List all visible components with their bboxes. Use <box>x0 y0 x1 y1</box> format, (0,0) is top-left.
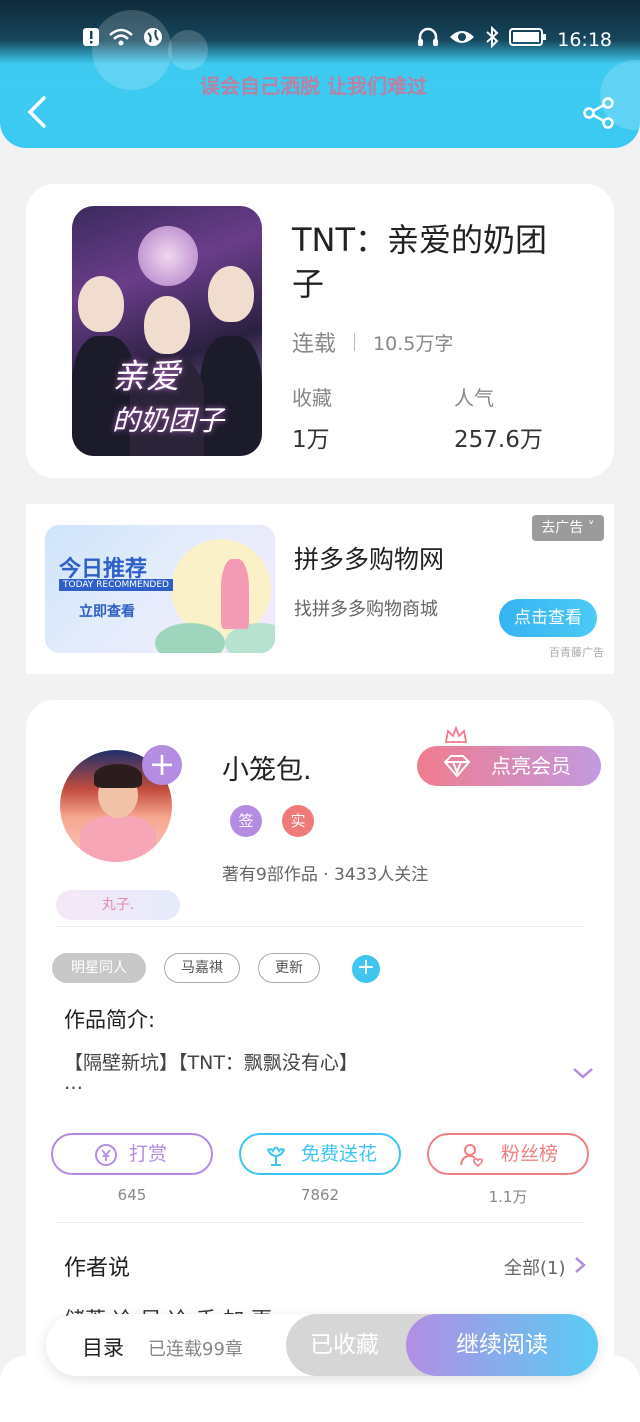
author-stats: 著有9部作品 · 3433人关注 <box>222 865 429 885</box>
header-bar: 16:18 误会自己洒脱 让我们难过 <box>0 0 640 148</box>
verified-badge: 实 <box>282 805 314 837</box>
chevron-right-icon[interactable] <box>574 1256 586 1274</box>
ad-image[interactable]: 今日推荐 TODAY RECOMMENDED 立即查看 <box>45 525 275 653</box>
toc-button[interactable]: 目录 <box>82 1332 124 1362</box>
book-cover[interactable]: 亲爱 的奶团子 <box>72 206 262 456</box>
ad-view-button[interactable]: 点击查看 <box>499 599 597 637</box>
follow-button[interactable]: + <box>142 745 182 785</box>
tag-category[interactable]: 明星同人 <box>52 953 146 983</box>
author-say-title: 作者说 <box>64 1256 131 1281</box>
diamond-icon <box>443 755 471 778</box>
wifi-icon <box>108 27 134 51</box>
book-meta: 连载 10.5万字 <box>292 326 453 358</box>
tag-update[interactable]: 更新 <box>258 953 320 983</box>
book-title: TNT：亲爱的奶团子 <box>292 221 548 303</box>
author-say-all-link[interactable]: 全部(1) <box>504 1254 566 1280</box>
remove-ad-button[interactable]: 去广告 ˅ <box>532 515 604 541</box>
intro-ellipsis: … <box>64 1072 83 1094</box>
headphone-icon <box>417 27 439 52</box>
ad-source: 百青藤广告 <box>549 646 604 659</box>
notification-icon <box>82 27 100 51</box>
plus-icon: + <box>148 745 176 783</box>
favorites-value: 1万 <box>292 427 330 453</box>
word-count: 10.5万字 <box>373 332 454 355</box>
share-button[interactable] <box>582 96 616 130</box>
popularity-label: 人气 <box>454 386 494 410</box>
ad-subtitle: 找拼多多购物商城 <box>294 599 438 620</box>
signed-badge: 签 <box>230 805 262 837</box>
chapter-count: 已连载99章 <box>148 1339 243 1360</box>
eye-icon <box>449 28 475 51</box>
flower-icon <box>266 1146 286 1166</box>
tag-character[interactable]: 马嘉祺 <box>164 953 240 983</box>
tip-button[interactable]: 打赏 <box>51 1133 213 1175</box>
ad-banner[interactable]: 今日推荐 TODAY RECOMMENDED 立即查看 拼多多购物网 找拼多多购… <box>26 504 614 674</box>
intro-text: 【隔壁新坑】【TNT：飘飘没有心】 <box>64 1052 358 1074</box>
ad-title: 拼多多购物网 <box>294 545 445 574</box>
fan-rank-button[interactable]: 粉丝榜 <box>427 1133 589 1175</box>
plus-icon: + <box>356 955 376 980</box>
bluetooth-icon <box>485 25 499 53</box>
fan-count: 1.1万 <box>488 1188 528 1206</box>
popularity-value: 257.6万 <box>454 427 543 453</box>
serial-status: 连载 <box>292 332 337 357</box>
status-bar: 16:18 <box>0 0 640 64</box>
globe-icon <box>142 26 164 52</box>
send-flower-button[interactable]: 免费送花 <box>239 1133 401 1175</box>
bottom-action-bar: 目录 已连载99章 已收藏 继续阅读 <box>46 1314 598 1376</box>
yuan-icon <box>95 1144 117 1166</box>
favorites-label: 收藏 <box>292 386 332 410</box>
clock-text: 16:18 <box>557 28 612 51</box>
intro-title: 作品简介: <box>64 1008 156 1032</box>
continue-reading-button[interactable]: 继续阅读 <box>406 1314 598 1376</box>
expand-chevron-icon[interactable] <box>572 1066 594 1080</box>
scrolling-notice: 误会自己洒脱 让我们难过 <box>200 74 427 98</box>
vip-button[interactable]: 点亮会员 <box>417 746 601 786</box>
book-info-card: 亲爱 的奶团子 TNT：亲爱的奶团子 连载 10.5万字 收藏 1万 人气 257… <box>26 184 614 478</box>
chevron-left-icon <box>27 96 46 128</box>
crown-icon <box>444 726 468 743</box>
chevron-down-icon: ˅ <box>587 520 595 536</box>
cover-title: 亲爱 的奶团子 <box>112 357 225 437</box>
fan-pendant: 丸子. <box>56 890 180 920</box>
battery-icon <box>509 27 547 52</box>
back-button[interactable] <box>22 94 52 130</box>
flower-count: 7862 <box>300 1186 340 1204</box>
add-tag-button[interactable]: + <box>352 955 380 983</box>
fan-user-icon <box>460 1144 484 1168</box>
share-icon <box>583 97 614 129</box>
author-name[interactable]: 小笼包. <box>222 748 312 787</box>
tip-count: 645 <box>117 1186 147 1204</box>
